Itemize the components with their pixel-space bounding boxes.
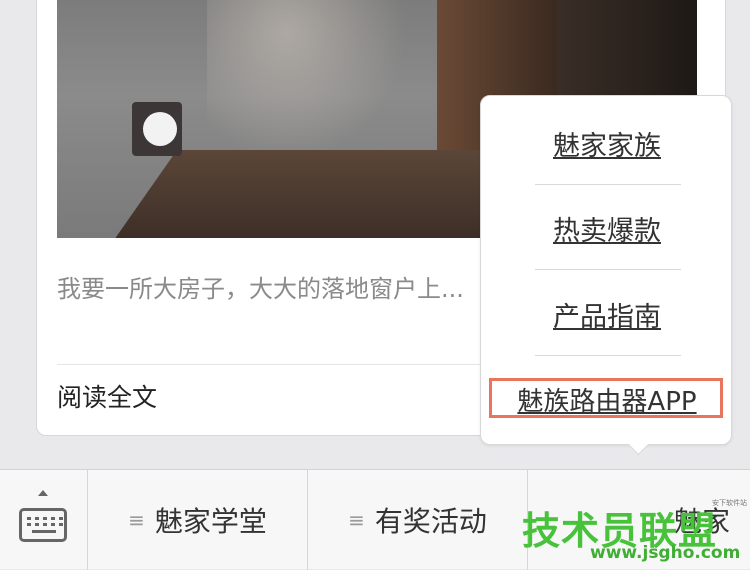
menu-item-hot-sale[interactable]: 热卖爆款 xyxy=(481,209,733,248)
menu-divider xyxy=(535,355,681,356)
watermark-small-text: 安下软件站 xyxy=(712,499,747,507)
menu-divider xyxy=(535,269,681,270)
menu-item-router-app[interactable]: 魅族路由器APP xyxy=(481,381,733,418)
tab-label: 有奖活动 xyxy=(374,505,487,538)
keyboard-icon xyxy=(19,508,67,542)
article-excerpt: 我要一所大房子，大大的落地窗户上... xyxy=(57,275,464,303)
menu-item-family[interactable]: 魅家家族 xyxy=(481,124,733,163)
menu-lines-icon: ≡ xyxy=(128,508,145,532)
watermark-url: www.jsgho.com xyxy=(590,543,741,563)
tab-prize-activity[interactable]: ≡ 有奖活动 xyxy=(308,470,528,570)
popup-menu: 魅家家族 热卖爆款 产品指南 魅族路由器APP xyxy=(480,95,732,445)
read-all-link[interactable]: 阅读全文 xyxy=(57,378,157,414)
menu-divider xyxy=(535,184,681,185)
keyboard-toggle-button[interactable] xyxy=(0,470,88,570)
tab-label: 魅家学堂 xyxy=(154,505,267,538)
menu-lines-icon: ≡ xyxy=(348,508,365,532)
tab-meijia-school[interactable]: ≡ 魅家学堂 xyxy=(88,470,308,570)
menu-item-product-guide[interactable]: 产品指南 xyxy=(481,295,733,334)
caret-up-icon xyxy=(38,490,48,496)
